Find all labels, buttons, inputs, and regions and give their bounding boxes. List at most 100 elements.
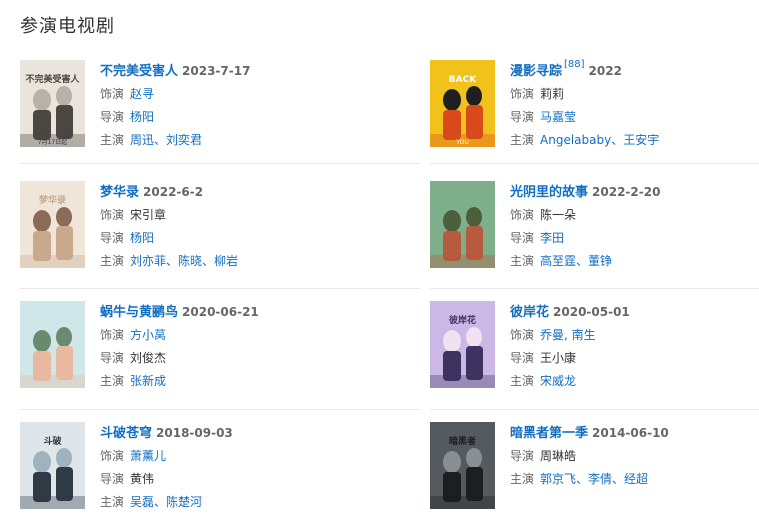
detail-label: 主演 <box>100 374 125 388</box>
drama-title-link[interactable]: 漫影寻踪 <box>510 64 562 79</box>
drama-poster[interactable]: 不完美受害人 7月17日起 <box>20 60 85 147</box>
detail-row: 饰演 方小莴 <box>100 324 360 347</box>
drama-date: 2018-09-03 <box>156 426 233 440</box>
drama-title-link[interactable]: 彼岸花 <box>510 305 549 320</box>
detail-row: 主演 吴磊、陈楚河 <box>100 491 360 514</box>
drama-date: 2022-2-20 <box>592 185 661 199</box>
svg-text:彼岸花: 彼岸花 <box>449 314 476 326</box>
drama-title-line: 蜗牛与黄鹂鸟 2020-06-21 <box>100 301 360 321</box>
drama-item: BACK YOU 漫影寻踪 [88] 2022 饰演 莉莉 导演 马嘉莹主演 Angelababy… <box>430 59 759 160</box>
drama-info: 漫影寻踪 [88] 2022 饰演 莉莉 导演 马嘉莹主演 Angelababy、王安宇 <box>510 59 759 152</box>
detail-value-link[interactable]: 李田 <box>540 231 564 245</box>
detail-label: 饰演 <box>100 328 125 342</box>
detail-label: 导演 <box>100 231 125 245</box>
detail-row: 导演 马嘉莹 <box>510 106 759 129</box>
detail-value-link[interactable]: 乔曼, 南生 <box>540 328 596 342</box>
drama-title-line: 光阴里的故事 2022-2-20 <box>510 181 759 201</box>
detail-label: 导演 <box>510 449 535 463</box>
detail-value-link[interactable]: 方小莴 <box>130 328 166 342</box>
detail-row: 主演 宋威龙 <box>510 370 759 393</box>
detail-value-link[interactable]: 吴磊、陈楚河 <box>130 495 202 509</box>
detail-value: 刘俊杰 <box>130 351 167 365</box>
detail-label: 导演 <box>510 351 535 365</box>
detail-value: 黄伟 <box>130 472 155 486</box>
svg-text:斗破: 斗破 <box>43 435 62 447</box>
drama-item: 彼岸花 彼岸花 2020-05-01 饰演 乔曼, 南生 导演 王小康 主演 宋威龙 <box>430 301 759 401</box>
detail-row: 导演 周琳皓 <box>510 445 759 468</box>
drama-item: 梦华录 梦华录 2022-6-2 饰演 宋引章 导演 杨阳 主演 刘亦菲、陈晓、柳岩 <box>20 181 360 281</box>
drama-info: 斗破苍穹 2018-09-03 饰演 萧薰儿 导演 黄伟 主演 吴磊、陈楚河 <box>100 422 360 514</box>
drama-details: 饰演 萧薰儿 导演 黄伟 主演 吴磊、陈楚河 <box>100 445 360 514</box>
detail-row: 主演 刘亦菲、陈晓、柳岩 <box>100 250 360 273</box>
detail-row: 饰演 萧薰儿 <box>100 445 360 468</box>
detail-value-link[interactable]: 杨阳 <box>130 231 154 245</box>
drama-title-link[interactable]: 斗破苍穹 <box>100 426 152 441</box>
drama-title-link[interactable]: 不完美受害人 <box>100 64 178 79</box>
drama-title-line: 暗黑者第一季 2014-06-10 <box>510 422 759 442</box>
svg-text:梦华录: 梦华录 <box>39 194 66 206</box>
detail-row: 导演 杨阳 <box>100 227 360 250</box>
detail-value-link[interactable]: 周迅、刘奕君 <box>130 133 202 147</box>
drama-title-link[interactable]: 光阴里的故事 <box>510 185 588 200</box>
svg-text:YOU: YOU <box>455 139 468 146</box>
drama-title-line: 彼岸花 2020-05-01 <box>510 301 759 321</box>
drama-item: 暗黑者 暗黑者第一季 2014-06-10 导演 周琳皓 主演 郭京飞、李倩、经超 <box>430 422 759 522</box>
drama-item: 斗破 斗破苍穹 2018-09-03 饰演 萧薰儿 导演 黄伟 主演 吴磊、陈楚河 <box>20 422 360 522</box>
drama-item: 蜗牛与黄鹂鸟 2020-06-21 饰演 方小莴 导演 刘俊杰 主演 张新成 <box>20 301 360 401</box>
detail-label: 主演 <box>100 254 125 268</box>
detail-value-link[interactable]: Angelababy、王安宇 <box>540 133 659 147</box>
detail-row: 主演 郭京飞、李倩、经超 <box>510 468 759 491</box>
drama-title-link[interactable]: 蜗牛与黄鹂鸟 <box>100 305 178 320</box>
detail-value-link[interactable]: 杨阳 <box>130 110 154 124</box>
detail-row: 饰演 赵寻 <box>100 83 360 106</box>
drama-details: 饰演 陈一朵 导演 李田 主演 高至霆、董铮 <box>510 204 759 273</box>
detail-value-link[interactable]: 萧薰儿 <box>130 449 166 463</box>
drama-poster[interactable] <box>20 301 85 388</box>
drama-title-line: 斗破苍穹 2018-09-03 <box>100 422 360 442</box>
detail-value-link[interactable]: 张新成 <box>130 374 166 388</box>
row-divider <box>20 163 420 164</box>
row-divider <box>430 409 759 410</box>
reference-marker[interactable]: [88] <box>564 59 585 70</box>
drama-poster[interactable]: 彼岸花 <box>430 301 495 388</box>
drama-title-link[interactable]: 梦华录 <box>100 185 139 200</box>
detail-value: 王小康 <box>540 351 577 365</box>
drama-info: 蜗牛与黄鹂鸟 2020-06-21 饰演 方小莴 导演 刘俊杰 主演 张新成 <box>100 301 360 393</box>
detail-value-link[interactable]: 郭京飞、李倩、经超 <box>540 472 648 486</box>
detail-value-link[interactable]: 赵寻 <box>130 87 154 101</box>
tv-drama-grid: 不完美受害人 7月17日起 不完美受害人 2023-7-17 饰演 赵寻 导演 杨阳 主演 周迅、… <box>0 0 759 526</box>
row-divider <box>20 288 420 289</box>
detail-label: 导演 <box>100 351 125 365</box>
detail-value: 宋引章 <box>130 208 167 222</box>
drama-item: 光阴里的故事 2022-2-20 饰演 陈一朵 导演 李田 主演 高至霆、董铮 <box>430 181 759 281</box>
detail-value-link[interactable]: 刘亦菲、陈晓、柳岩 <box>130 254 238 268</box>
drama-details: 饰演 赵寻 导演 杨阳 主演 周迅、刘奕君 <box>100 83 360 152</box>
drama-info: 梦华录 2022-6-2 饰演 宋引章 导演 杨阳 主演 刘亦菲、陈晓、柳岩 <box>100 181 360 273</box>
drama-title-line: 漫影寻踪 [88] 2022 <box>510 59 759 80</box>
svg-text:BACK: BACK <box>449 75 477 85</box>
drama-date: 2020-05-01 <box>553 305 630 319</box>
detail-row: 饰演 宋引章 <box>100 204 360 227</box>
detail-label: 主演 <box>510 133 535 147</box>
detail-value-link[interactable]: 高至霆、董铮 <box>540 254 612 268</box>
drama-date: 2014-06-10 <box>592 426 669 440</box>
detail-label: 主演 <box>510 374 535 388</box>
drama-info: 不完美受害人 2023-7-17 饰演 赵寻 导演 杨阳 主演 周迅、刘奕君 <box>100 60 360 152</box>
detail-row: 导演 刘俊杰 <box>100 347 360 370</box>
detail-row: 饰演 莉莉 <box>510 83 759 106</box>
detail-label: 导演 <box>100 110 125 124</box>
detail-value-link[interactable]: 宋威龙 <box>540 374 576 388</box>
drama-title-link[interactable]: 暗黑者第一季 <box>510 426 588 441</box>
drama-poster[interactable] <box>430 181 495 268</box>
drama-item: 不完美受害人 7月17日起 不完美受害人 2023-7-17 饰演 赵寻 导演 杨阳 主演 周迅、… <box>20 60 360 160</box>
drama-poster[interactable]: BACK YOU <box>430 60 495 147</box>
drama-poster[interactable]: 斗破 <box>20 422 85 509</box>
drama-poster[interactable]: 梦华录 <box>20 181 85 268</box>
drama-poster[interactable]: 暗黑者 <box>430 422 495 509</box>
detail-row: 饰演 乔曼, 南生 <box>510 324 759 347</box>
detail-label: 主演 <box>510 254 535 268</box>
detail-label: 饰演 <box>510 87 535 101</box>
detail-value-link[interactable]: 马嘉莹 <box>540 110 576 124</box>
detail-label: 饰演 <box>510 208 535 222</box>
detail-label: 饰演 <box>100 449 125 463</box>
